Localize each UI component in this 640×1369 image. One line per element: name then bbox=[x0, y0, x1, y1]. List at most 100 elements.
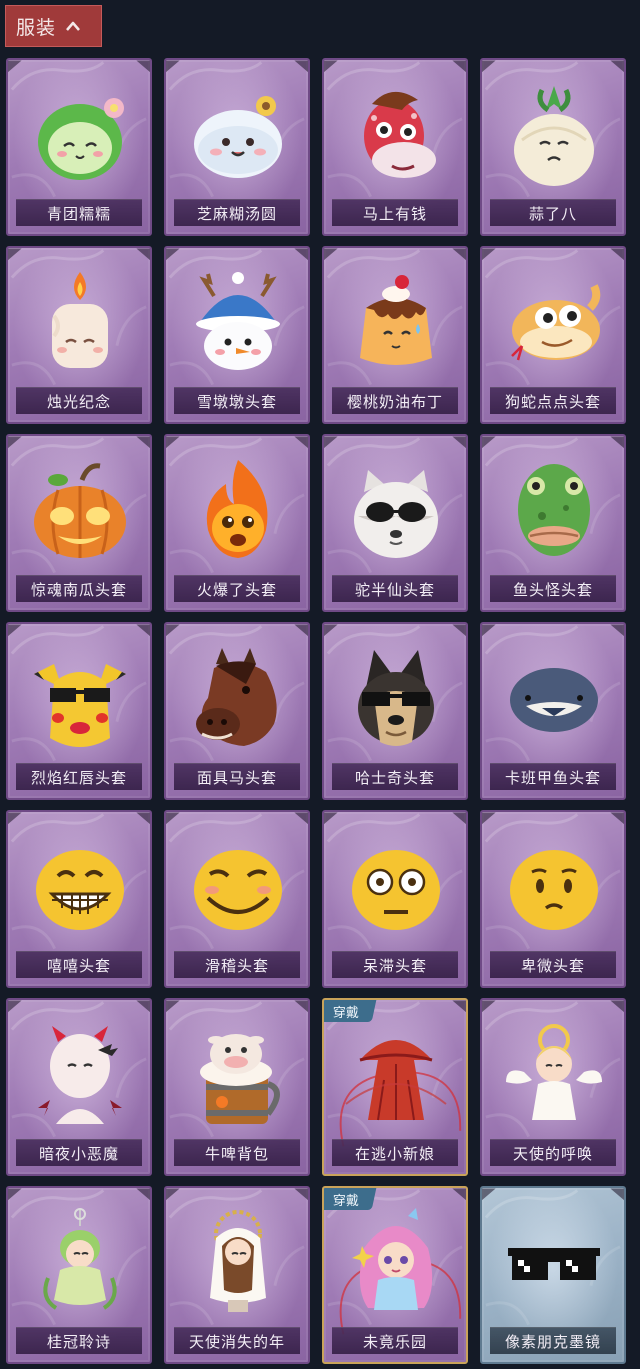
costume-name: 马上有钱 bbox=[362, 204, 427, 223]
raccoon-sunglasses-head-icon bbox=[354, 470, 438, 558]
card-name-bar: 面具马头套 bbox=[174, 763, 300, 790]
angel-figure-icon bbox=[506, 1024, 602, 1120]
costume-card[interactable]: 马上有钱 bbox=[322, 58, 468, 236]
red-horse-head-icon bbox=[364, 91, 436, 178]
costume-name: 桂冠聆诗 bbox=[46, 1332, 111, 1351]
costume-card[interactable]: 雪墩墩头套 bbox=[164, 246, 310, 424]
card-name-bar: 马上有钱 bbox=[332, 199, 458, 226]
costume-card[interactable]: 暗夜小恶魔 bbox=[6, 998, 152, 1176]
costume-name: 卡班甲鱼头套 bbox=[504, 768, 601, 787]
stare-emoji-head-icon bbox=[352, 850, 440, 930]
costume-name: 暗夜小恶魔 bbox=[38, 1144, 119, 1163]
card-name-bar: 哈士奇头套 bbox=[332, 763, 458, 790]
chevron-up-icon bbox=[66, 21, 80, 31]
costume-name: 滑稽头套 bbox=[204, 956, 269, 975]
costume-card[interactable]: 桂冠聆诗 bbox=[6, 1186, 152, 1364]
horse-mask-head-icon bbox=[196, 648, 277, 746]
equipped-badge-label: 穿戴 bbox=[332, 1193, 359, 1209]
costume-card[interactable]: 惊魂南瓜头套 bbox=[6, 434, 152, 612]
costume-card[interactable]: 面具马头套 bbox=[164, 622, 310, 800]
header-bar: 服装 bbox=[0, 0, 640, 52]
section-title: 服装 bbox=[16, 16, 57, 39]
cow-beer-mug-backpack-icon bbox=[200, 1034, 280, 1124]
costume-card[interactable]: 嘻嘻头套 bbox=[6, 810, 152, 988]
costume-card[interactable]: 烈焰红唇头套 bbox=[6, 622, 152, 800]
little-devil-icon bbox=[38, 1026, 122, 1124]
costume-name: 蒜了八 bbox=[528, 204, 577, 223]
costume-card[interactable]: 鱼头怪头套 bbox=[480, 434, 626, 612]
costume-name: 天使消失的年 bbox=[188, 1332, 285, 1351]
costume-card[interactable]: 穿戴在逃小新娘 bbox=[322, 998, 468, 1176]
card-name-bar: 像素朋克墨镜 bbox=[490, 1327, 616, 1354]
card-name-bar: 惊魂南瓜头套 bbox=[16, 575, 142, 602]
card-name-bar: 卡班甲鱼头套 bbox=[490, 763, 616, 790]
card-name-bar: 烛光纪念 bbox=[16, 387, 142, 414]
costume-name: 在逃小新娘 bbox=[354, 1144, 435, 1163]
costume-name: 像素朋克墨镜 bbox=[504, 1332, 601, 1351]
card-name-bar: 呆滞头套 bbox=[332, 951, 458, 978]
pumpkin-head-icon bbox=[34, 463, 126, 558]
laurel-fairy-charm-icon bbox=[43, 1208, 117, 1310]
costume-name: 驼半仙头套 bbox=[354, 580, 435, 599]
card-name-bar: 驼半仙头套 bbox=[332, 575, 458, 602]
card-name-bar: 樱桃奶油布丁 bbox=[332, 387, 458, 414]
costume-name: 卑微头套 bbox=[520, 956, 585, 975]
pixel-sunglasses-icon bbox=[508, 1248, 600, 1280]
green-dumpling-head-icon bbox=[38, 98, 124, 180]
costume-name: 呆滞头套 bbox=[362, 956, 427, 975]
card-name-bar: 火爆了头套 bbox=[174, 575, 300, 602]
costume-name: 火爆了头套 bbox=[196, 580, 277, 599]
round-fish-head-icon bbox=[510, 668, 598, 732]
costume-card[interactable]: 穿戴未竟乐园 bbox=[322, 1186, 468, 1364]
costume-card[interactable]: 滑稽头套 bbox=[164, 810, 310, 988]
costume-card[interactable]: 牛啤背包 bbox=[164, 998, 310, 1176]
card-name-bar: 滑稽头套 bbox=[174, 951, 300, 978]
card-name-bar: 嘻嘻头套 bbox=[16, 951, 142, 978]
smirk-emoji-head-icon bbox=[194, 850, 282, 930]
costume-card[interactable]: 烛光纪念 bbox=[6, 246, 152, 424]
costume-card[interactable]: 卡班甲鱼头套 bbox=[480, 622, 626, 800]
card-name-bar: 暗夜小恶魔 bbox=[16, 1139, 142, 1166]
card-name-bar: 青团糯糯 bbox=[16, 199, 142, 226]
costume-card[interactable]: 卑微头套 bbox=[480, 810, 626, 988]
snowman-head-icon bbox=[196, 272, 280, 370]
card-name-bar: 天使的呼唤 bbox=[490, 1139, 616, 1166]
costume-card[interactable]: 像素朋克墨镜 bbox=[480, 1186, 626, 1364]
shy-emoji-head-icon bbox=[510, 850, 598, 930]
costume-name: 牛啤背包 bbox=[204, 1144, 269, 1163]
costume-card[interactable]: 芝麻糊汤圆 bbox=[164, 58, 310, 236]
equipped-badge: 穿戴 bbox=[324, 1000, 377, 1022]
costume-card[interactable]: 樱桃奶油布丁 bbox=[322, 246, 468, 424]
card-name-bar: 鱼头怪头套 bbox=[490, 575, 616, 602]
card-name-bar: 天使消失的年 bbox=[174, 1327, 300, 1354]
candle-head-icon bbox=[52, 272, 108, 368]
halo-girl-figure-icon bbox=[210, 1210, 266, 1312]
husky-sunglasses-head-icon bbox=[358, 650, 434, 746]
costume-section-toggle[interactable]: 服装 bbox=[5, 5, 102, 47]
costume-card[interactable]: 驼半仙头套 bbox=[322, 434, 468, 612]
equipped-badge-label: 穿戴 bbox=[332, 1005, 359, 1021]
costume-name: 天使的呼唤 bbox=[512, 1144, 593, 1163]
costume-name: 惊魂南瓜头套 bbox=[30, 580, 127, 599]
costume-card[interactable]: 蒜了八 bbox=[480, 58, 626, 236]
costume-name: 烈焰红唇头套 bbox=[30, 768, 127, 787]
red-umbrella-bride-icon bbox=[345, 1040, 447, 1121]
costume-card[interactable]: 狗蛇点点头套 bbox=[480, 246, 626, 424]
pudding-head-icon bbox=[360, 275, 432, 365]
costume-card[interactable]: 青团糯糯 bbox=[6, 58, 152, 236]
costume-name: 未竟乐园 bbox=[362, 1332, 427, 1351]
fireball-head-icon bbox=[206, 460, 268, 558]
yellow-mouse-sunglasses-head-icon bbox=[34, 664, 126, 747]
grin-emoji-head-icon bbox=[36, 850, 124, 930]
costume-name: 樱桃奶油布丁 bbox=[346, 392, 443, 411]
costume-card[interactable]: 天使的呼唤 bbox=[480, 998, 626, 1176]
costume-name: 雪墩墩头套 bbox=[196, 392, 277, 411]
costume-card[interactable]: 火爆了头套 bbox=[164, 434, 310, 612]
costume-card[interactable]: 呆滞头套 bbox=[322, 810, 468, 988]
card-name-bar: 牛啤背包 bbox=[174, 1139, 300, 1166]
costume-card[interactable]: 天使消失的年 bbox=[164, 1186, 310, 1364]
card-name-bar: 桂冠聆诗 bbox=[16, 1327, 142, 1354]
garlic-head-icon bbox=[514, 86, 594, 186]
costume-card[interactable]: 哈士奇头套 bbox=[322, 622, 468, 800]
costume-name: 芝麻糊汤圆 bbox=[196, 204, 277, 223]
